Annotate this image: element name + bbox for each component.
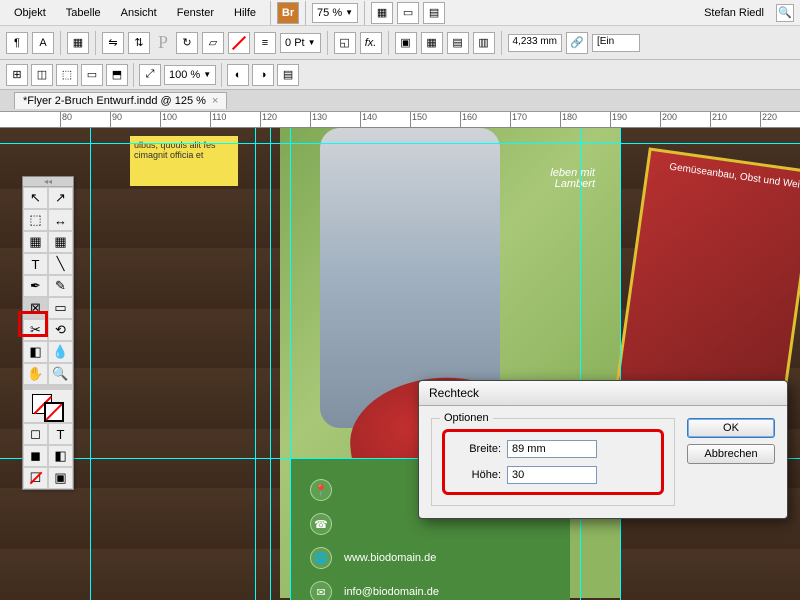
page-tool[interactable]: ⬚ <box>23 209 48 231</box>
shear-icon[interactable]: ▱ <box>202 32 224 54</box>
tab-label: *Flyer 2-Bruch Entwurf.indd @ 125 % <box>23 95 206 107</box>
selection-tool[interactable]: ↖ <box>23 187 48 209</box>
pencil-tool[interactable]: ✎ <box>48 275 73 297</box>
pin-icon: 📍 <box>310 479 332 501</box>
view-mode-icon[interactable]: ▣ <box>48 467 73 489</box>
screen-mode-icon[interactable]: ▭ <box>397 2 419 24</box>
formatting-container-icon[interactable]: ◻ <box>23 423 48 445</box>
opt-c[interactable]: ▤ <box>277 64 299 86</box>
panel-grip[interactable]: ◂◂ <box>23 177 73 187</box>
phone-icon: ☎ <box>310 513 332 535</box>
gap-tool[interactable]: ↔ <box>48 209 73 231</box>
menu-hilfe[interactable]: Hilfe <box>226 4 264 22</box>
user-name: Stefan Riedl <box>696 7 772 19</box>
bridge-icon[interactable]: Br <box>277 2 299 24</box>
wrap3-icon[interactable]: ▤ <box>447 32 469 54</box>
pen-tool[interactable]: ✒ <box>23 275 48 297</box>
content-collector-tool[interactable]: ▦ <box>23 231 48 253</box>
apply-none-icon[interactable]: ☐ <box>23 467 48 489</box>
height-label: Höhe: <box>451 469 501 481</box>
flip-v-icon[interactable]: ⇅ <box>128 32 150 54</box>
scissors-tool[interactable]: ✂ <box>23 319 48 341</box>
corner-icon[interactable]: ◱ <box>334 32 356 54</box>
fx-icon[interactable]: fx. <box>360 32 382 54</box>
menu-fenster[interactable]: Fenster <box>169 4 222 22</box>
cancel-button[interactable]: Abbrechen <box>687 444 775 464</box>
ref-point-icon[interactable]: ▦ <box>67 32 89 54</box>
flip-h-icon[interactable]: ⇋ <box>102 32 124 54</box>
menu-bar: Objekt Tabelle Ansicht Fenster Hilfe Br … <box>0 0 800 26</box>
opt-b[interactable]: ◑ <box>252 64 274 86</box>
menu-ansicht[interactable]: Ansicht <box>113 4 165 22</box>
tool-b[interactable]: ◫ <box>31 64 53 86</box>
line-tool[interactable]: ╲ <box>48 253 73 275</box>
stroke-field[interactable]: 0 Pt▼ <box>280 33 321 53</box>
content-placer-tool[interactable]: ▦ <box>48 231 73 253</box>
type-tool[interactable]: T <box>23 253 48 275</box>
wrap1-icon[interactable]: ▣ <box>395 32 417 54</box>
globe-icon: 🌐 <box>310 547 332 569</box>
ein-field[interactable]: [Ein <box>592 34 640 52</box>
fill-stroke-swatch[interactable] <box>23 389 73 423</box>
arrange-icon[interactable]: ▤ <box>423 2 445 24</box>
tool-a[interactable]: ⊞ <box>6 64 28 86</box>
eyedropper-tool[interactable]: 💧 <box>48 341 73 363</box>
tab-close-icon[interactable]: × <box>212 95 218 107</box>
scale-icon[interactable]: ⤢ <box>139 64 161 86</box>
scale-field[interactable]: 100 %▼ <box>164 65 216 85</box>
zoom-tool[interactable]: 🔍 <box>48 363 73 385</box>
view-options-icon[interactable]: ▦ <box>371 2 393 24</box>
rectangle-frame-tool[interactable]: ⊠ <box>23 297 48 319</box>
contact-mail-row: ✉info@biodomain.de <box>310 575 550 600</box>
tutorial-highlight-fields: Breite: Höhe: <box>442 429 664 495</box>
wrap2-icon[interactable]: ▦ <box>421 32 443 54</box>
tools-panel: ◂◂ ↖ ↗ ⬚ ↔ ▦ ▦ T ╲ ✒ ✎ ⊠ ▭ ✂ ⟲ ◧ 💧 ✋ 🔍 ◻… <box>22 176 74 490</box>
char-icon[interactable]: A <box>32 32 54 54</box>
zoom-level[interactable]: 75 %▼ <box>312 3 358 23</box>
apply-gradient-icon[interactable]: ◧ <box>48 445 73 467</box>
stroke-weight-icon[interactable]: ≡ <box>254 32 276 54</box>
hand-tool[interactable]: ✋ <box>23 363 48 385</box>
stroke-none-icon[interactable] <box>228 32 250 54</box>
workspace-canvas[interactable]: ulbus, quouls alit fes cimagnit officia … <box>0 128 800 600</box>
formatting-text-icon[interactable]: T <box>48 423 73 445</box>
para-icon[interactable]: ¶ <box>6 32 28 54</box>
sticky-note: ulbus, quouls alit fes cimagnit officia … <box>130 136 238 186</box>
link-icon[interactable]: 🔗 <box>566 32 588 54</box>
width-field[interactable]: 4,233 mm <box>508 34 562 52</box>
dialog-title: Rechteck <box>419 381 787 406</box>
ok-button[interactable]: OK <box>687 418 775 438</box>
mail-icon: ✉ <box>310 581 332 600</box>
tool-d[interactable]: ▭ <box>81 64 103 86</box>
width-input[interactable] <box>507 440 597 458</box>
wrap4-icon[interactable]: ▥ <box>473 32 495 54</box>
rectangle-tool[interactable]: ▭ <box>48 297 73 319</box>
rectangle-dialog: Rechteck Optionen Breite: Höhe: OK Abbre… <box>418 380 788 519</box>
search-icon[interactable]: 🔍 <box>776 4 794 22</box>
document-tab-bar: *Flyer 2-Bruch Entwurf.indd @ 125 % × <box>0 90 800 112</box>
menu-tabelle[interactable]: Tabelle <box>58 4 109 22</box>
tool-c[interactable]: ⬚ <box>56 64 78 86</box>
menu-objekt[interactable]: Objekt <box>6 4 54 22</box>
control-bar-1: ¶ A ▦ ⇋ ⇅ P ↻ ▱ ≡ 0 Pt▼ ◱ fx. ▣ ▦ ▤ ▥ 4,… <box>0 26 800 60</box>
control-bar-2: ⊞ ◫ ⬚ ▭ ⬒ ⤢ 100 %▼ ◐ ◑ ▤ <box>0 60 800 90</box>
tool-e[interactable]: ⬒ <box>106 64 128 86</box>
p-icon: P <box>154 32 172 53</box>
rotate-icon[interactable]: ↻ <box>176 32 198 54</box>
document-tab[interactable]: *Flyer 2-Bruch Entwurf.indd @ 125 % × <box>14 92 227 109</box>
contact-web-row: 🌐www.biodomain.de <box>310 541 550 575</box>
horizontal-ruler: 80 90 100 110 120 130 140 150 160 170 18… <box>0 112 800 128</box>
apply-color-icon[interactable]: ◼ <box>23 445 48 467</box>
dialog-legend: Optionen <box>440 412 493 424</box>
transform-tool[interactable]: ⟲ <box>48 319 73 341</box>
opt-a[interactable]: ◐ <box>227 64 249 86</box>
width-label: Breite: <box>451 443 501 455</box>
direct-selection-tool[interactable]: ↗ <box>48 187 73 209</box>
height-input[interactable] <box>507 466 597 484</box>
gradient-tool[interactable]: ◧ <box>23 341 48 363</box>
script-text: leben mit Lambert <box>550 168 595 190</box>
